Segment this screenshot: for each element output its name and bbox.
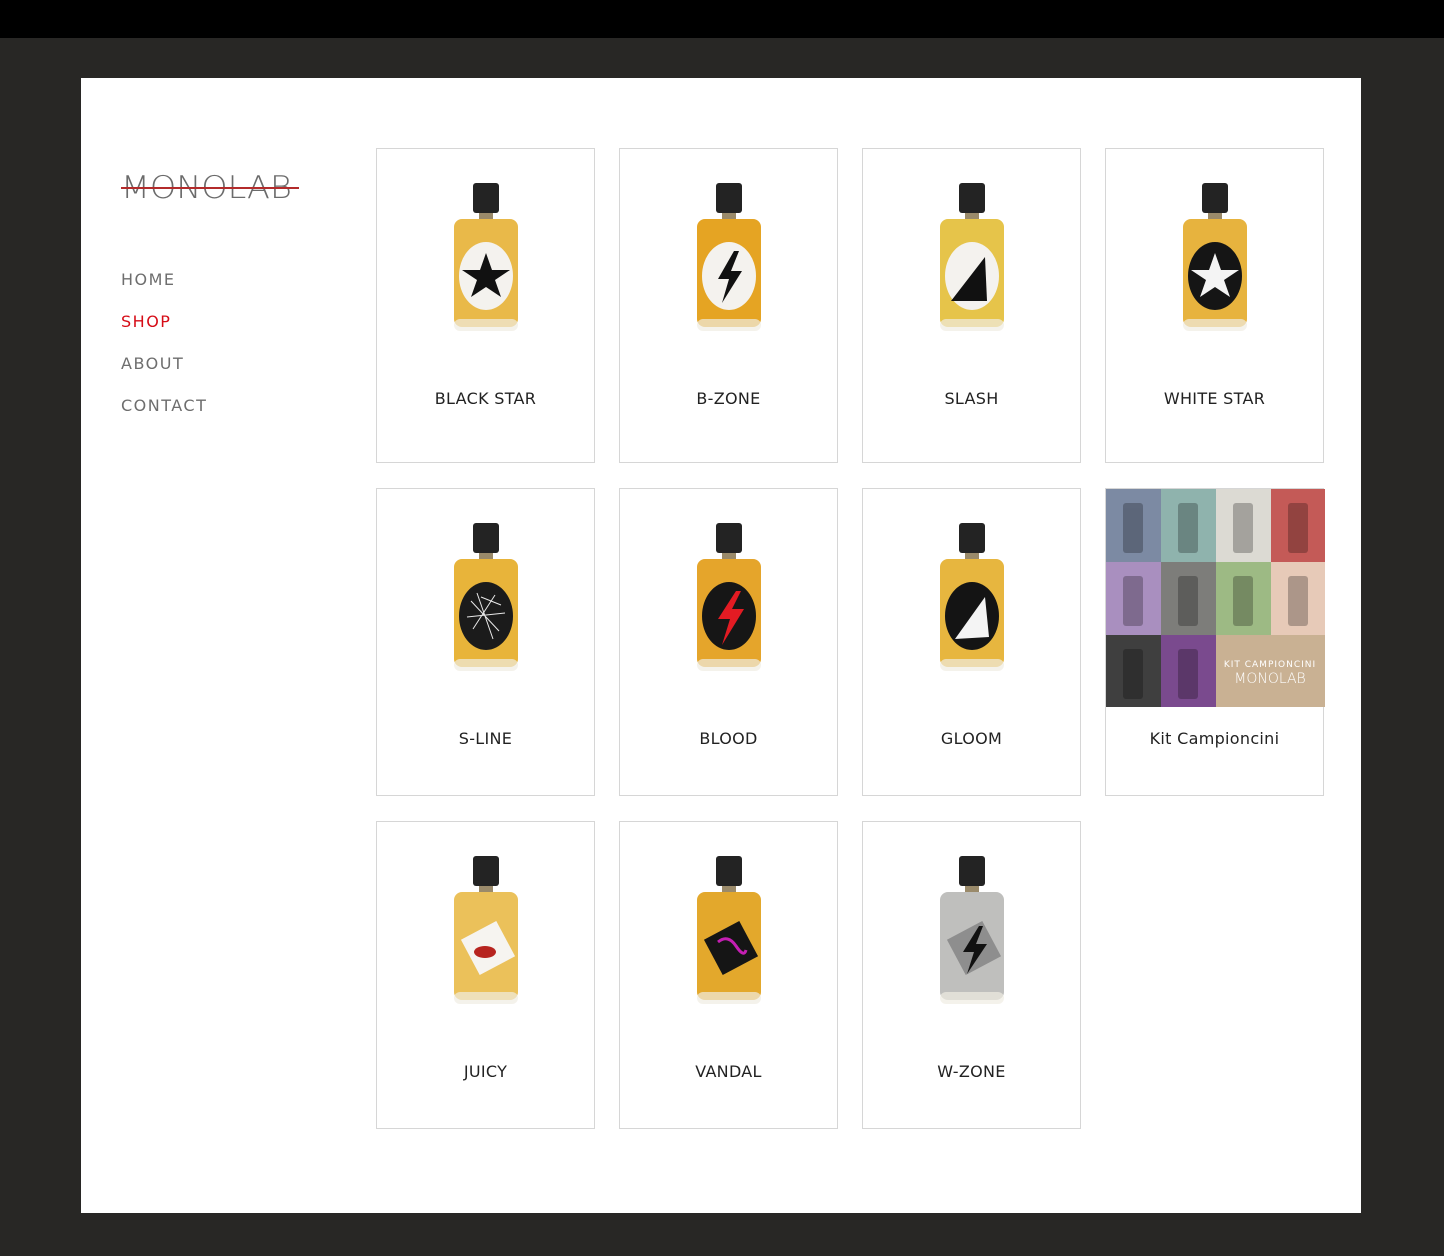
- perfume-bottle-image: [454, 856, 518, 1004]
- perfume-bottle-image: [454, 523, 518, 671]
- perfume-bottle-image: [454, 183, 518, 331]
- logo-strike-line: [121, 187, 299, 189]
- browser-top-bar: [0, 0, 1444, 38]
- product-card-b-zone[interactable]: B-ZONE: [619, 148, 838, 463]
- product-name[interactable]: BLOOD: [620, 729, 837, 748]
- kit-banner-line2: MONOLAB: [1234, 671, 1305, 687]
- product-name[interactable]: Kit Campioncini: [1106, 729, 1323, 748]
- product-card-slash[interactable]: SLASH: [862, 148, 1081, 463]
- product-name[interactable]: VANDAL: [620, 1062, 837, 1081]
- product-name[interactable]: B-ZONE: [620, 389, 837, 408]
- product-name[interactable]: JUICY: [377, 1062, 594, 1081]
- perfume-bottle-image: [940, 183, 1004, 331]
- product-card-vandal[interactable]: VANDAL: [619, 821, 838, 1129]
- product-name[interactable]: W-ZONE: [863, 1062, 1080, 1081]
- perfume-bottle-image: [697, 523, 761, 671]
- product-card-gloom[interactable]: GLOOM: [862, 488, 1081, 796]
- product-card-s-line[interactable]: S-LINE: [376, 488, 595, 796]
- nav-item-home[interactable]: HOME: [121, 270, 207, 312]
- page-container: MONOLAB HOME SHOP ABOUT CONTACT BLACK ST…: [81, 78, 1361, 1213]
- kit-banner-line1: KIT CAMPIONCINI: [1224, 660, 1316, 670]
- product-card-kit-campioncini[interactable]: KIT CAMPIONCINI MONOLAB Kit Campioncini: [1105, 488, 1325, 796]
- perfume-bottle-image: [697, 183, 761, 331]
- sample-kit-image: KIT CAMPIONCINI MONOLAB: [1106, 489, 1325, 707]
- product-name[interactable]: BLACK STAR: [377, 389, 594, 408]
- product-name[interactable]: WHITE STAR: [1106, 389, 1323, 408]
- perfume-bottle-image: [940, 523, 1004, 671]
- nav-item-about[interactable]: ABOUT: [121, 354, 207, 396]
- product-card-w-zone[interactable]: W-ZONE: [862, 821, 1081, 1129]
- lips-icon: [474, 946, 496, 958]
- nav-item-contact[interactable]: CONTACT: [121, 396, 207, 438]
- product-card-black-star[interactable]: BLACK STAR: [376, 148, 595, 463]
- product-name[interactable]: GLOOM: [863, 729, 1080, 748]
- nav-item-shop[interactable]: SHOP: [121, 312, 207, 354]
- product-card-juicy[interactable]: JUICY: [376, 821, 595, 1129]
- product-card-blood[interactable]: BLOOD: [619, 488, 838, 796]
- perfume-bottle-image: [940, 856, 1004, 1004]
- perfume-bottle-image: [1183, 183, 1247, 331]
- product-name[interactable]: SLASH: [863, 389, 1080, 408]
- product-name[interactable]: S-LINE: [377, 729, 594, 748]
- perfume-bottle-image: [697, 856, 761, 1004]
- product-card-white-star[interactable]: WHITE STAR: [1105, 148, 1324, 463]
- brand-logo[interactable]: MONOLAB: [121, 170, 301, 206]
- main-nav: HOME SHOP ABOUT CONTACT: [121, 270, 207, 438]
